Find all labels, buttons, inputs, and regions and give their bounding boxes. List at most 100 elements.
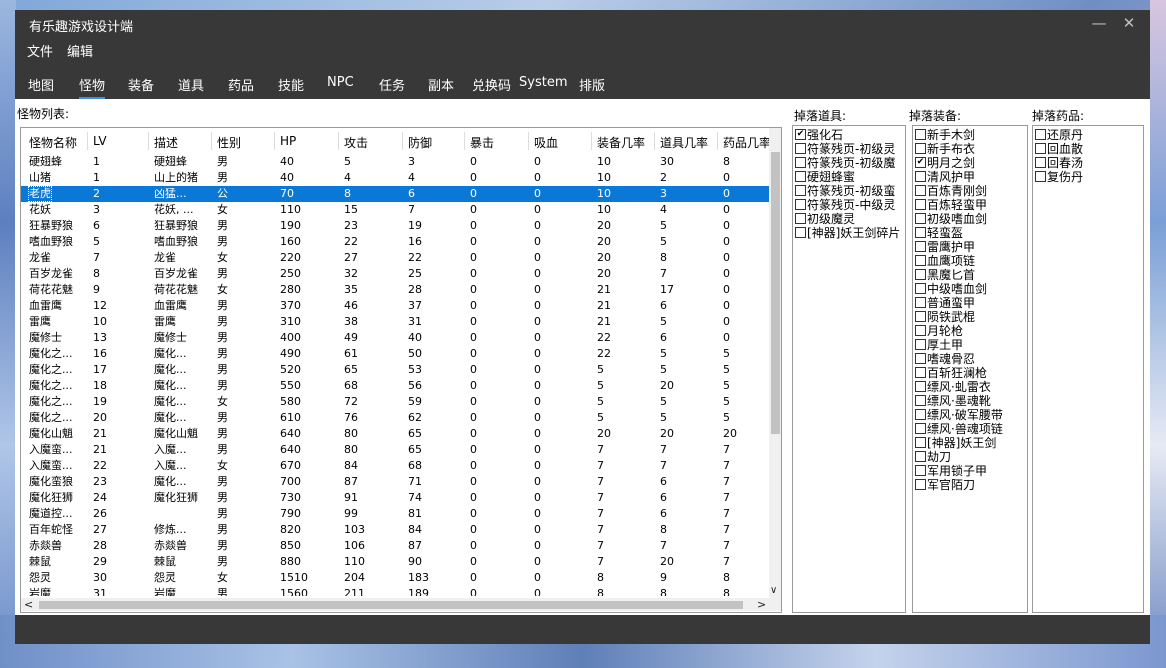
column-divider[interactable] <box>87 132 88 150</box>
drop-item-checkbox-item[interactable]: [神器]妖王剑碎片 <box>795 226 900 240</box>
table-row[interactable]: 岩魔 31 岩魔 男 1560 211 189 0 0 8 8 8 <box>21 586 769 596</box>
table-row[interactable]: 魔化山魈 21 魔化山魈 男 640 80 65 0 0 20 20 20 <box>21 426 769 442</box>
table-row[interactable]: 老虎 2 凶猛... 公 70 8 6 0 0 10 3 0 <box>21 186 769 202</box>
checkbox-icon[interactable] <box>915 395 926 406</box>
drop-item-checkbox-item[interactable]: 硬翅蜂蜜 <box>795 170 855 184</box>
drop-potion-checkbox-item[interactable]: 复伤丹 <box>1035 170 1083 184</box>
close-icon[interactable]: ✕ <box>1117 14 1141 32</box>
tab-system[interactable]: System <box>519 75 567 93</box>
column-divider[interactable] <box>528 132 529 150</box>
drop-equipment-checkbox-item[interactable]: 普通蛮甲 <box>915 296 975 310</box>
checkbox-icon[interactable] <box>915 171 926 182</box>
tab-quest[interactable]: 任务 <box>379 75 405 97</box>
drop-equipment-checkbox-item[interactable]: 百炼青刚剑 <box>915 184 987 198</box>
table-row[interactable]: 棘鼠 29 棘鼠 男 880 110 90 0 0 7 20 7 <box>21 554 769 570</box>
drop-equipment-checkbox-item[interactable]: 初级嗜血剑 <box>915 212 987 226</box>
table-row[interactable]: 百年蛇怪 27 修炼... 男 820 103 84 0 0 7 8 7 <box>21 522 769 538</box>
minimize-icon[interactable]: — <box>1087 14 1111 32</box>
checkbox-icon[interactable] <box>915 255 926 266</box>
table-row[interactable]: 山猪 1 山上的猪男 40 4 4 0 0 10 2 0 <box>21 170 769 186</box>
table-row[interactable]: 魔化之... 19 魔化... 女 580 72 59 0 0 5 5 5 <box>21 394 769 410</box>
drop-equipment-checkbox-item[interactable]: 血鹰项链 <box>915 254 975 268</box>
drop-equipment-checkbox-item[interactable]: 新手木剑 <box>915 128 975 142</box>
drop-equipment-checkbox-item[interactable]: 嗜魂骨忍 <box>915 352 975 366</box>
checkbox-icon[interactable] <box>1035 157 1046 168</box>
checkbox-icon[interactable] <box>915 353 926 364</box>
checkbox-checked-icon[interactable]: ✔ <box>915 157 926 168</box>
table-row[interactable]: 血雷鹰 12 血雷鹰男 370 46 37 0 0 21 6 0 <box>21 298 769 314</box>
drop-equipment-checkbox-item[interactable]: 百炼轻蛮甲 <box>915 198 987 212</box>
table-row[interactable]: 荷花花魅 9 荷花花魅女 280 35 28 0 0 21 17 0 <box>21 282 769 298</box>
drop-equipment-checkbox-item[interactable]: 军官陌刀 <box>915 478 975 492</box>
drop-equipment-checkbox-item[interactable]: 厚土甲 <box>915 338 963 352</box>
scroll-down-icon[interactable]: ∨ <box>770 585 777 596</box>
checkbox-icon[interactable] <box>795 185 806 196</box>
column-header-potion-rate[interactable]: 药品几率 <box>723 134 771 151</box>
vertical-scrollbar[interactable]: ∨ <box>769 128 781 598</box>
checkbox-icon[interactable] <box>795 143 806 154</box>
checkbox-icon[interactable] <box>915 437 926 448</box>
column-header-item-rate[interactable]: 道具几率 <box>660 134 708 151</box>
table-row[interactable]: 魔化蛮狼 23 魔化... 男 700 87 71 0 0 7 6 7 <box>21 474 769 490</box>
drop-equipment-checkbox-item[interactable]: 百斩狂澜枪 <box>915 366 987 380</box>
drop-potion-checkbox-item[interactable]: 回春汤 <box>1035 156 1083 170</box>
horizontal-scroll-thumb[interactable] <box>39 601 743 609</box>
drop-equipment-checkbox-item[interactable]: 缥风·虬雷衣 <box>915 380 991 394</box>
column-header-hp[interactable]: HP <box>280 134 296 148</box>
checkbox-icon[interactable] <box>915 297 926 308</box>
checkbox-icon[interactable] <box>915 479 926 490</box>
column-divider[interactable] <box>148 132 149 150</box>
table-row[interactable]: 怨灵 30 怨灵 女 1510 204 183 0 0 8 9 8 <box>21 570 769 586</box>
table-row[interactable]: 入魔蛮... 21 入魔... 男 640 80 65 0 0 7 7 7 <box>21 442 769 458</box>
table-row[interactable]: 魔化之... 20 魔化... 男 610 76 62 0 0 5 5 5 <box>21 410 769 426</box>
menu-file[interactable]: 文件 <box>27 41 53 60</box>
checkbox-icon[interactable] <box>1035 143 1046 154</box>
table-row[interactable]: 嗜血野狼 5 嗜血野狼男 160 22 16 0 0 20 5 0 <box>21 234 769 250</box>
checkbox-icon[interactable] <box>795 213 806 224</box>
column-divider[interactable] <box>338 132 339 150</box>
table-row[interactable]: 雷鹰 10 雷鹰男 310 38 31 0 0 21 5 0 <box>21 314 769 330</box>
table-row[interactable]: 魔化之... 18 魔化... 男 550 68 56 0 0 5 20 5 <box>21 378 769 394</box>
drop-potion-checkbox-item[interactable]: 回血散 <box>1035 142 1083 156</box>
vertical-scroll-thumb[interactable] <box>771 152 780 434</box>
table-row[interactable]: 花妖 3 花妖, ... 女 110 15 7 0 0 10 4 0 <box>21 202 769 218</box>
checkbox-icon[interactable] <box>795 157 806 168</box>
table-row[interactable]: 魔修士 13 魔修士男 400 49 40 0 0 22 6 0 <box>21 330 769 346</box>
column-header-gender[interactable]: 性别 <box>217 134 241 151</box>
tab-npc[interactable]: NPC <box>327 75 354 93</box>
checkbox-icon[interactable] <box>915 339 926 350</box>
column-divider[interactable] <box>211 132 212 150</box>
checkbox-icon[interactable] <box>915 381 926 392</box>
table-row[interactable]: 魔化之... 17 魔化... 男 520 65 53 0 0 5 5 5 <box>21 362 769 378</box>
drop-equipment-checkbox-item[interactable]: 缥风·墨魂靴 <box>915 394 991 408</box>
column-header-desc[interactable]: 描述 <box>154 134 178 151</box>
checkbox-icon[interactable] <box>795 171 806 182</box>
scroll-right-icon[interactable]: > <box>757 598 766 611</box>
checkbox-icon[interactable] <box>915 465 926 476</box>
column-header-crit[interactable]: 暴击 <box>470 134 494 151</box>
table-row[interactable]: 魔道控... 26 男 790 99 81 0 0 7 6 7 <box>21 506 769 522</box>
drop-equipment-checkbox-item[interactable]: 中级嗜血剑 <box>915 282 987 296</box>
drop-equipment-checkbox-item[interactable]: 新手布衣 <box>915 142 975 156</box>
horizontal-scrollbar[interactable]: < > <box>21 598 769 611</box>
checkbox-icon[interactable] <box>915 423 926 434</box>
drop-item-checkbox-item[interactable]: 符篆残页-初级蛮 <box>795 184 895 198</box>
table-row[interactable]: 入魔蛮... 22 入魔... 女 670 84 68 0 0 7 7 7 <box>21 458 769 474</box>
column-divider[interactable] <box>591 132 592 150</box>
checkbox-icon[interactable] <box>915 227 926 238</box>
checkbox-checked-icon[interactable]: ✔ <box>795 129 806 140</box>
menu-edit[interactable]: 编辑 <box>67 41 93 60</box>
tab-redeem-code[interactable]: 兑换码 <box>472 75 511 97</box>
checkbox-icon[interactable] <box>795 199 806 210</box>
drop-equipment-checkbox-item[interactable]: 缥风·兽魂项链 <box>915 422 1003 436</box>
checkbox-icon[interactable] <box>915 311 926 322</box>
drop-potion-checkbox-item[interactable]: 还原丹 <box>1035 128 1083 142</box>
column-divider[interactable] <box>717 132 718 150</box>
tab-monster[interactable]: 怪物 <box>79 75 106 99</box>
checkbox-icon[interactable] <box>915 283 926 294</box>
tab-items[interactable]: 道具 <box>178 75 204 97</box>
drop-equipment-checkbox-item[interactable]: 缥风·破军腰带 <box>915 408 1003 422</box>
column-divider[interactable] <box>654 132 655 150</box>
drop-equipment-checkbox-item[interactable]: 月轮枪 <box>915 324 963 338</box>
column-divider[interactable] <box>402 132 403 150</box>
